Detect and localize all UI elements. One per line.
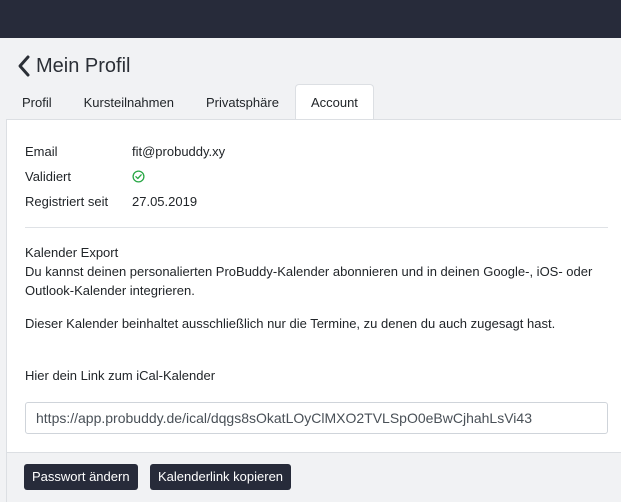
top-navbar [0,0,621,38]
check-circle-icon [132,169,145,183]
calendar-heading: Kalender Export [25,245,119,260]
profile-tabs: Profil Kursteilnahmen Privatsphäre Accou… [6,84,374,120]
copy-calendar-link-button[interactable]: Kalenderlink kopieren [150,464,292,490]
card-footer: Passwort ändern Kalenderlink kopieren [6,453,621,502]
validated-row: Validiert [25,166,145,186]
tab-account[interactable]: Account [294,84,374,120]
page-header: Mein Profil [16,52,130,80]
chevron-left-icon[interactable] [16,54,32,78]
calendar-description: Du kannst deinen personalierten ProBuddy… [25,264,593,298]
calendar-link-intro: Hier dein Link zum iCal-Kalender [25,368,216,383]
divider [25,227,608,228]
account-card: Email fit@probuddy.xy Validiert Registri… [6,119,621,453]
email-row: Email fit@probuddy.xy [25,141,225,161]
page-title: Mein Profil [36,54,131,77]
email-value: fit@probuddy.xy [132,143,226,159]
calendar-note: Dieser Kalender beinhaltet ausschließlic… [25,316,556,331]
tab-kursteilnahmen[interactable]: Kursteilnahmen [68,84,190,119]
registered-value: 27.05.2019 [132,193,198,209]
ical-link-field[interactable]: https://app.probuddy.de/ical/dqgs8sOkatL… [25,402,608,434]
validated-label: Validiert [25,168,72,184]
registered-label: Registriert seit [25,193,109,209]
registered-row: Registriert seit 27.05.2019 [25,191,197,211]
tab-profil[interactable]: Profil [6,84,68,119]
tab-privatsphaere[interactable]: Privatsphäre [190,84,295,119]
email-label: Email [25,143,58,159]
change-password-button[interactable]: Passwort ändern [24,464,138,490]
